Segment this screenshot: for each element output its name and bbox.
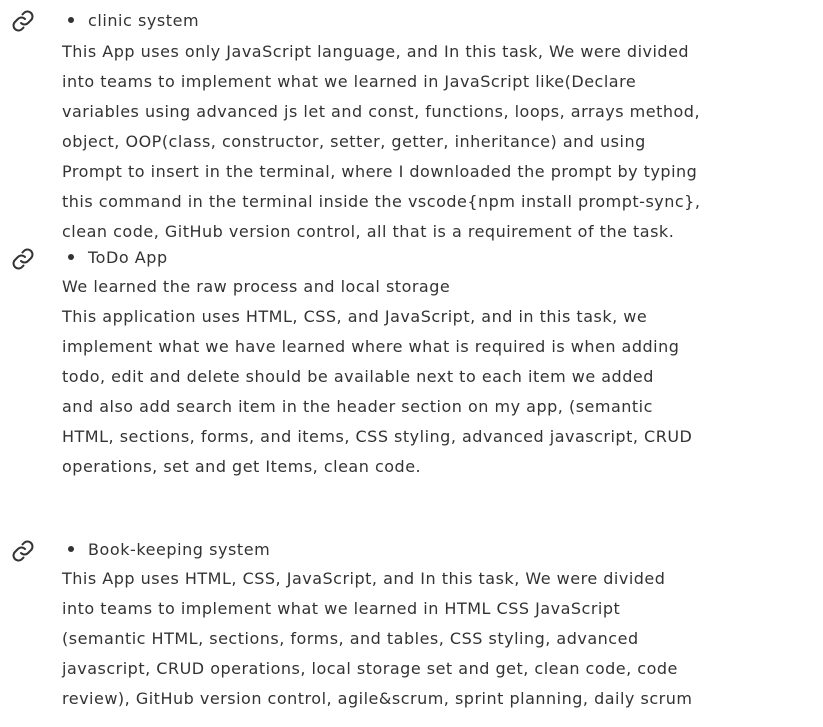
project-title-row: Book-keeping system	[68, 534, 270, 564]
bullet-icon	[68, 17, 74, 23]
description-line: Prompt to insert in the terminal, where …	[62, 162, 698, 181]
description-line: and also add search item in the header s…	[62, 397, 653, 416]
description-line: object, OOP(class, constructor, setter, …	[62, 132, 646, 151]
project-description: This App uses only JavaScript language, …	[62, 37, 817, 247]
description-line: todo, edit and delete should be availabl…	[62, 367, 654, 386]
bullet-icon	[68, 254, 74, 260]
description-line: clean code, GitHub version control, all …	[62, 222, 675, 241]
project-title: clinic system	[88, 10, 200, 30]
project-title-row: ToDo App	[68, 242, 168, 272]
description-line: this command in the terminal inside the …	[62, 192, 701, 211]
project-description: We learned the raw process and local sto…	[62, 272, 817, 482]
description-line: into teams to implement what we learned …	[62, 72, 637, 91]
project-title: ToDo App	[88, 247, 168, 267]
project-title-row: clinic system	[68, 5, 199, 35]
link-icon[interactable]	[11, 539, 35, 563]
description-line: variables using advanced js let and cons…	[62, 102, 701, 121]
description-line: This App uses HTML, CSS, JavaScript, and…	[62, 569, 666, 588]
description-line: HTML, sections, forms, and items, CSS st…	[62, 427, 693, 446]
project-description: This App uses HTML, CSS, JavaScript, and…	[62, 564, 817, 714]
description-line: We learned the raw process and local sto…	[62, 277, 451, 296]
link-icon[interactable]	[11, 9, 35, 33]
description-line: (semantic HTML, sections, forms, and tab…	[62, 629, 639, 648]
description-line: This App uses only JavaScript language, …	[62, 42, 690, 61]
link-icon[interactable]	[11, 247, 35, 271]
description-line: implement what we have learned where wha…	[62, 337, 680, 356]
description-line: review), GitHub version control, agile&s…	[62, 689, 693, 708]
project-title: Book-keeping system	[88, 539, 271, 559]
description-line: operations, set and get Items, clean cod…	[62, 457, 422, 476]
description-line: This application uses HTML, CSS, and Jav…	[62, 307, 648, 326]
description-line: javascript, CRUD operations, local stora…	[62, 659, 678, 678]
bullet-icon	[68, 546, 74, 552]
description-line: into teams to implement what we learned …	[62, 599, 621, 618]
